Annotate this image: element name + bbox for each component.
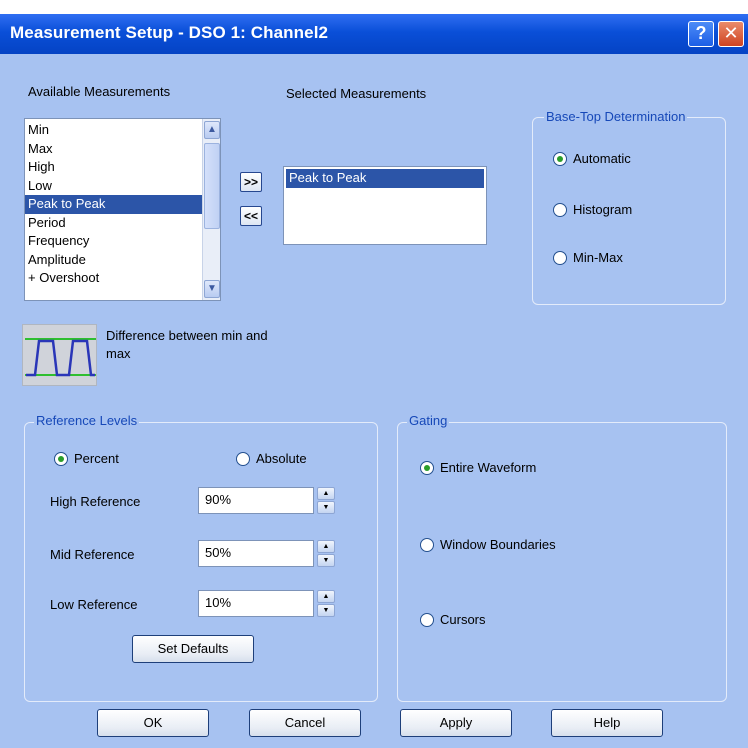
selected-measurements-label: Selected Measurements — [286, 86, 427, 101]
list-item[interactable]: High — [25, 158, 203, 177]
low-reference-label: Low Reference — [50, 597, 138, 612]
radio-label: Absolute — [256, 451, 307, 466]
list-item-selected[interactable]: Peak to Peak — [25, 195, 203, 214]
spin-down-icon[interactable]: ▼ — [317, 554, 335, 567]
spin-down-icon[interactable]: ▼ — [317, 501, 335, 514]
help-titlebar-button[interactable]: ? — [688, 21, 714, 47]
list-scrollbar[interactable]: ▲ ▼ — [202, 119, 220, 300]
radio-label: Window Boundaries — [440, 537, 556, 552]
radio-label: Automatic — [573, 151, 631, 166]
radio-label: Percent — [74, 451, 119, 466]
radio-selected-icon[interactable] — [553, 151, 567, 166]
list-item[interactable]: Low — [25, 177, 203, 196]
low-reference-spinner[interactable]: ▲ ▼ — [317, 590, 335, 617]
high-reference-input[interactable]: 90% — [198, 487, 314, 514]
mid-reference-spinner[interactable]: ▲ ▼ — [317, 540, 335, 567]
radio-icon[interactable] — [553, 250, 567, 265]
spin-up-icon[interactable]: ▲ — [317, 540, 335, 553]
radio-label: Entire Waveform — [440, 460, 537, 475]
radio-label: Histogram — [573, 202, 633, 217]
gating-title: Gating — [407, 413, 450, 428]
description-line-1: Difference between min and — [106, 328, 268, 343]
description-line-2: max — [106, 346, 131, 361]
add-measurement-button[interactable]: >> — [240, 172, 262, 192]
radio-histogram[interactable]: Histogram — [553, 202, 632, 217]
spin-up-icon[interactable]: ▲ — [317, 487, 335, 500]
radio-percent[interactable]: Percent — [54, 451, 119, 466]
spin-up-icon[interactable]: ▲ — [317, 590, 335, 603]
radio-icon[interactable] — [236, 451, 250, 466]
spin-down-icon[interactable]: ▼ — [317, 604, 335, 617]
window-title: Measurement Setup - DSO 1: Channel2 — [10, 23, 329, 42]
title-bar[interactable]: Measurement Setup - DSO 1: Channel2 ? ✕ — [0, 14, 748, 54]
radio-selected-icon[interactable] — [54, 451, 68, 466]
radio-cursors[interactable]: Cursors — [420, 612, 486, 627]
cancel-button[interactable]: Cancel — [249, 709, 361, 737]
scroll-down-icon[interactable]: ▼ — [204, 280, 220, 298]
radio-selected-icon[interactable] — [420, 460, 434, 475]
scroll-up-icon[interactable]: ▲ — [204, 121, 220, 139]
radio-entire-waveform[interactable]: Entire Waveform — [420, 460, 536, 475]
mid-reference-input[interactable]: 50% — [198, 540, 314, 567]
available-measurements-label: Available Measurements — [28, 84, 171, 99]
measurement-setup-dialog: Measurement Setup - DSO 1: Channel2 ? ✕ … — [0, 14, 748, 748]
list-item[interactable]: Frequency — [25, 232, 203, 251]
reference-levels-title: Reference Levels — [34, 413, 140, 428]
radio-automatic[interactable]: Automatic — [553, 151, 631, 166]
radio-absolute[interactable]: Absolute — [236, 451, 307, 466]
set-defaults-button[interactable]: Set Defaults — [132, 635, 254, 663]
selected-measurements-list[interactable]: Peak to Peak — [283, 166, 487, 245]
list-item-selected[interactable]: Peak to Peak — [286, 169, 484, 188]
list-item[interactable]: Max — [25, 140, 203, 159]
close-button[interactable]: ✕ — [718, 21, 744, 47]
base-top-title: Base-Top Determination — [544, 109, 688, 124]
list-item[interactable]: Amplitude — [25, 251, 203, 270]
radio-min-max[interactable]: Min-Max — [553, 250, 623, 265]
list-item[interactable]: Period — [25, 214, 203, 233]
radio-label: Min-Max — [573, 250, 623, 265]
radio-window-boundaries[interactable]: Window Boundaries — [420, 537, 556, 552]
help-button[interactable]: Help — [551, 709, 663, 737]
list-item[interactable]: + Overshoot — [25, 269, 203, 288]
high-reference-label: High Reference — [50, 494, 141, 509]
scroll-thumb[interactable] — [204, 143, 220, 229]
radio-icon[interactable] — [420, 537, 434, 552]
low-reference-input[interactable]: 10% — [198, 590, 314, 617]
radio-icon[interactable] — [420, 612, 434, 627]
radio-label: Cursors — [440, 612, 486, 627]
ok-button[interactable]: OK — [97, 709, 209, 737]
mid-reference-label: Mid Reference — [50, 547, 135, 562]
apply-button[interactable]: Apply — [400, 709, 512, 737]
high-reference-spinner[interactable]: ▲ ▼ — [317, 487, 335, 514]
waveform-icon — [22, 324, 97, 386]
radio-icon[interactable] — [553, 202, 567, 217]
available-measurements-list[interactable]: Min Max High Low Peak to Peak Period Fre… — [24, 118, 221, 301]
list-item[interactable]: Min — [25, 121, 203, 140]
remove-measurement-button[interactable]: << — [240, 206, 262, 226]
